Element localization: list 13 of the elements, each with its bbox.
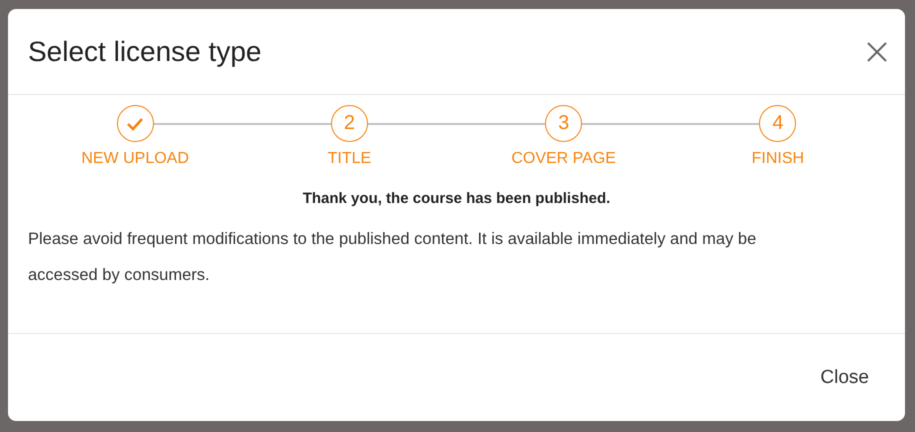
- check-icon: [126, 116, 144, 130]
- step-marker: 3: [545, 105, 582, 142]
- step-label: NEW UPLOAD: [81, 150, 189, 168]
- close-button[interactable]: Close: [810, 360, 879, 394]
- message-heading: Thank you, the course has been published.: [302, 190, 612, 207]
- message-text: Please avoid frequent modifications to the published content. It is available immediately and may be accessed by consumers.: [28, 229, 758, 286]
- step-label: FINISH: [752, 150, 804, 168]
- step-marker: 4: [759, 105, 796, 142]
- dialog-title: Select license type: [28, 36, 262, 68]
- step-label: TITLE: [328, 150, 372, 168]
- step-label: COVER PAGE: [511, 150, 616, 168]
- close-icon[interactable]: [867, 42, 887, 62]
- step-marker: 2: [330, 105, 368, 142]
